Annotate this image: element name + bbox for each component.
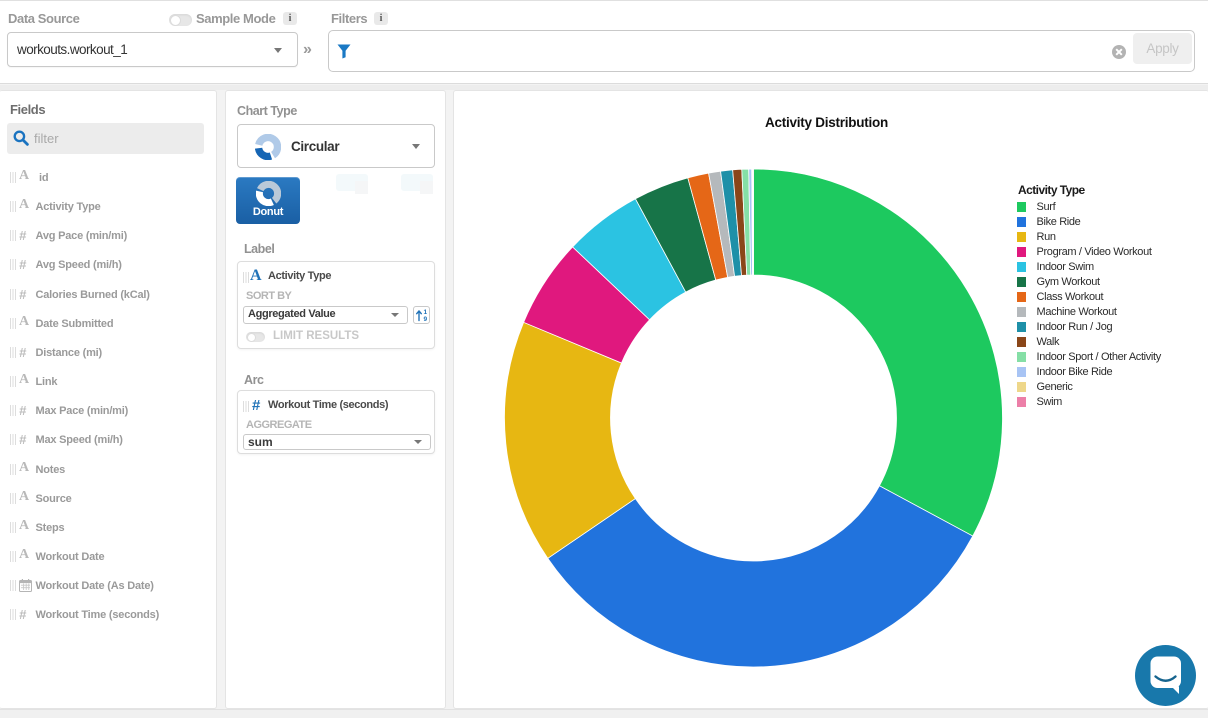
svg-text:9: 9 [424, 316, 428, 323]
svg-text:1: 1 [424, 309, 428, 316]
